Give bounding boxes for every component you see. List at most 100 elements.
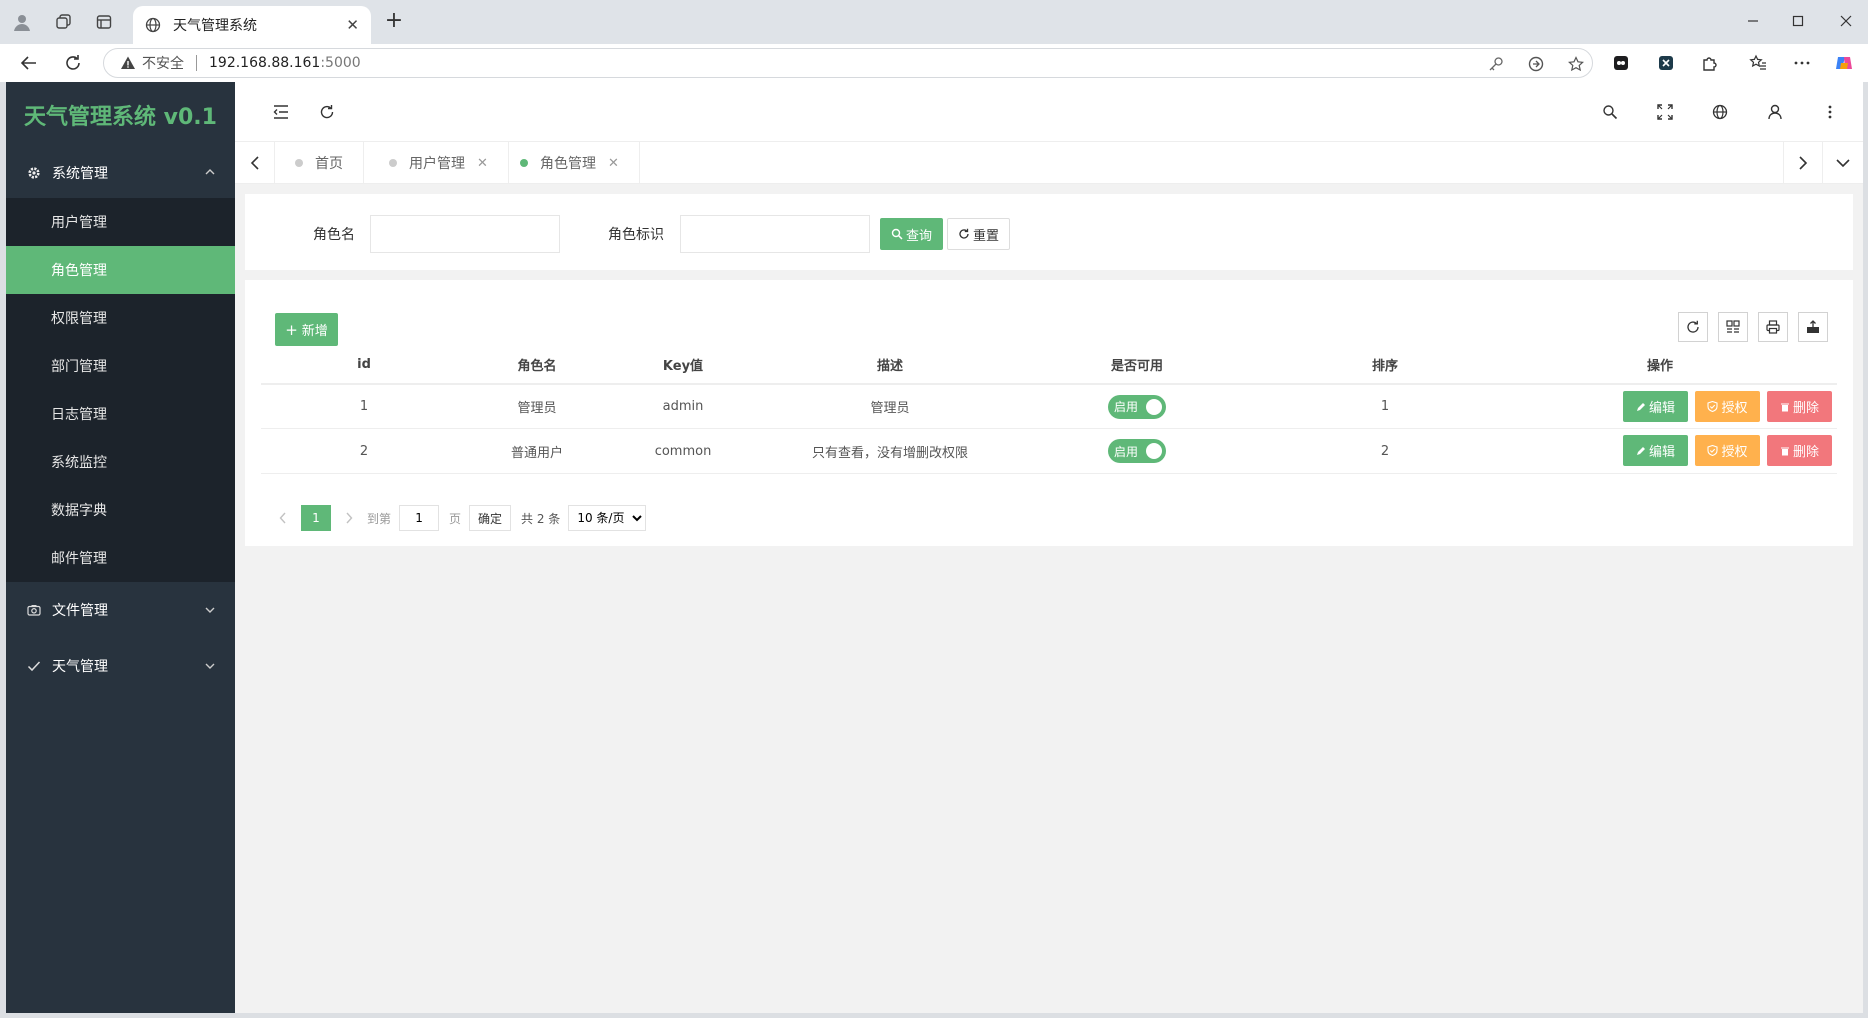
tab-roles[interactable]: 角色管理 ✕ xyxy=(500,142,640,184)
close-icon[interactable]: ✕ xyxy=(608,156,619,171)
kebab-menu-icon[interactable] xyxy=(1818,100,1842,124)
page-size-select[interactable]: 10 条/页 xyxy=(568,505,647,531)
sidebar-item-permissions[interactable]: 权限管理 xyxy=(6,294,235,342)
table-panel: + 新增 id 角色名 Key值 描述 是否可用 排序 操作 1 管理员 adm… xyxy=(245,280,1853,546)
key-icon[interactable] xyxy=(1484,52,1508,76)
prev-page-icon[interactable] xyxy=(273,505,293,531)
close-window-button[interactable] xyxy=(1826,8,1866,34)
goto-confirm-button[interactable]: 确定 xyxy=(469,505,512,531)
search-icon xyxy=(891,228,903,240)
menu-group-files[interactable]: 文件管理 xyxy=(6,582,235,638)
cell-status: 启用 xyxy=(1021,429,1253,473)
trash-icon xyxy=(1780,402,1790,412)
edit-label: 编辑 xyxy=(1648,445,1675,460)
refresh-icon[interactable] xyxy=(315,100,339,124)
grant-button[interactable]: 授权 xyxy=(1695,435,1760,466)
address-bar[interactable]: 不安全 192.168.88.161:5000 xyxy=(103,48,1593,78)
tabs-scroll-right-icon[interactable] xyxy=(1783,142,1823,184)
table-header-row: id 角色名 Key值 描述 是否可用 排序 操作 xyxy=(261,346,1837,384)
role-key-input[interactable] xyxy=(680,215,870,253)
col-header-sort[interactable]: 排序 xyxy=(1253,346,1517,383)
edit-button[interactable]: 编辑 xyxy=(1623,435,1688,466)
sidebar-item-mail[interactable]: 邮件管理 xyxy=(6,534,235,582)
delete-button[interactable]: 删除 xyxy=(1767,391,1832,422)
cell-actions: 编辑 授权 删除 xyxy=(1517,429,1837,473)
tab-actions-icon[interactable] xyxy=(92,10,116,34)
extension-a-icon[interactable] xyxy=(1609,51,1633,75)
reset-label: 重置 xyxy=(972,228,999,244)
role-name-input[interactable] xyxy=(370,215,560,253)
current-page[interactable]: 1 xyxy=(301,505,331,531)
add-button[interactable]: + 新增 xyxy=(275,313,338,346)
col-header-actions: 操作 xyxy=(1646,359,1673,374)
export-button[interactable] xyxy=(1798,312,1828,342)
back-icon[interactable] xyxy=(16,51,42,75)
col-header-status[interactable]: 是否可用 xyxy=(1021,346,1253,383)
goto-page-input[interactable] xyxy=(399,505,440,531)
new-tab-button[interactable]: + xyxy=(382,10,406,34)
extensions-puzzle-icon[interactable] xyxy=(1698,51,1722,75)
close-icon[interactable]: ✕ xyxy=(346,16,359,34)
url-host: 192.168.88.161 xyxy=(209,55,321,71)
maximize-button[interactable] xyxy=(1778,8,1818,34)
print-button[interactable] xyxy=(1758,312,1788,342)
tab-dot xyxy=(295,159,303,167)
menu-group-weather[interactable]: 天气管理 xyxy=(6,638,235,694)
tabs-dropdown-icon[interactable] xyxy=(1823,142,1863,184)
workspaces-icon[interactable] xyxy=(52,10,76,34)
col-header-id[interactable]: id xyxy=(261,346,467,383)
sidebar-item-roles[interactable]: 角色管理 xyxy=(6,246,235,294)
extension-x-icon[interactable] xyxy=(1654,51,1678,75)
table-refresh-button[interactable] xyxy=(1678,312,1708,342)
reset-button[interactable]: 重置 xyxy=(947,218,1010,250)
status-toggle[interactable]: 启用 xyxy=(1108,439,1166,463)
next-page-icon[interactable] xyxy=(339,505,359,531)
check-icon xyxy=(26,658,42,674)
insecure-label[interactable]: 不安全 xyxy=(142,53,184,73)
profile-icon[interactable] xyxy=(10,10,34,34)
menu-group-system[interactable]: 系统管理 xyxy=(6,148,235,198)
chevron-down-icon xyxy=(203,603,217,617)
col-header-desc[interactable]: 描述 xyxy=(759,346,1021,383)
delete-label: 删除 xyxy=(1792,401,1819,416)
url-text[interactable]: 192.168.88.161:5000 xyxy=(209,55,361,71)
sidebar-item-logs[interactable]: 日志管理 xyxy=(6,390,235,438)
camera-icon xyxy=(26,602,42,618)
cell-name: 普通用户 xyxy=(510,445,563,461)
sidebar-item-departments[interactable]: 部门管理 xyxy=(6,342,235,390)
close-icon[interactable]: ✕ xyxy=(477,156,488,171)
sidebar-item-users[interactable]: 用户管理 xyxy=(6,198,235,246)
favorites-icon[interactable] xyxy=(1746,51,1770,75)
export-icon xyxy=(1806,320,1820,334)
menu-fold-icon[interactable] xyxy=(269,100,293,124)
more-options-icon[interactable] xyxy=(1790,51,1814,75)
user-icon[interactable] xyxy=(1763,100,1787,124)
grant-button[interactable]: 授权 xyxy=(1695,391,1760,422)
language-globe-icon[interactable] xyxy=(1708,100,1732,124)
cell-id: 2 xyxy=(359,443,369,459)
app-logo[interactable]: 天气管理系统 v0.1 xyxy=(6,82,235,148)
query-button[interactable]: 查询 xyxy=(880,218,943,250)
search-icon[interactable] xyxy=(1598,100,1622,124)
sidebar-item-monitor[interactable]: 系统监控 xyxy=(6,438,235,486)
tabs-scroll-left-icon[interactable] xyxy=(235,142,275,184)
col-header-key[interactable]: Key值 xyxy=(607,346,759,383)
delete-button[interactable]: 删除 xyxy=(1767,435,1832,466)
chevron-down-icon xyxy=(203,659,217,673)
status-toggle[interactable]: 启用 xyxy=(1108,394,1166,419)
minimize-button[interactable] xyxy=(1733,8,1773,34)
col-header-name[interactable]: 角色名 xyxy=(467,346,607,383)
columns-filter-button[interactable] xyxy=(1718,312,1748,342)
copilot-icon[interactable] xyxy=(1832,51,1856,75)
reload-icon[interactable] xyxy=(60,51,86,75)
read-aloud-icon[interactable] xyxy=(1524,52,1548,76)
tab-home[interactable]: 首页 xyxy=(275,142,364,184)
tab-users[interactable]: 用户管理 ✕ xyxy=(369,142,509,184)
goto-label: 到第 xyxy=(367,511,392,526)
sidebar-item-dictionary[interactable]: 数据字典 xyxy=(6,486,235,534)
fullscreen-icon[interactable] xyxy=(1653,100,1677,124)
trash-icon xyxy=(1780,446,1790,456)
favorite-star-icon[interactable] xyxy=(1564,52,1588,76)
browser-tab-active[interactable]: 天气管理系统 ✕ xyxy=(133,6,371,44)
edit-button[interactable]: 编辑 xyxy=(1623,391,1688,422)
